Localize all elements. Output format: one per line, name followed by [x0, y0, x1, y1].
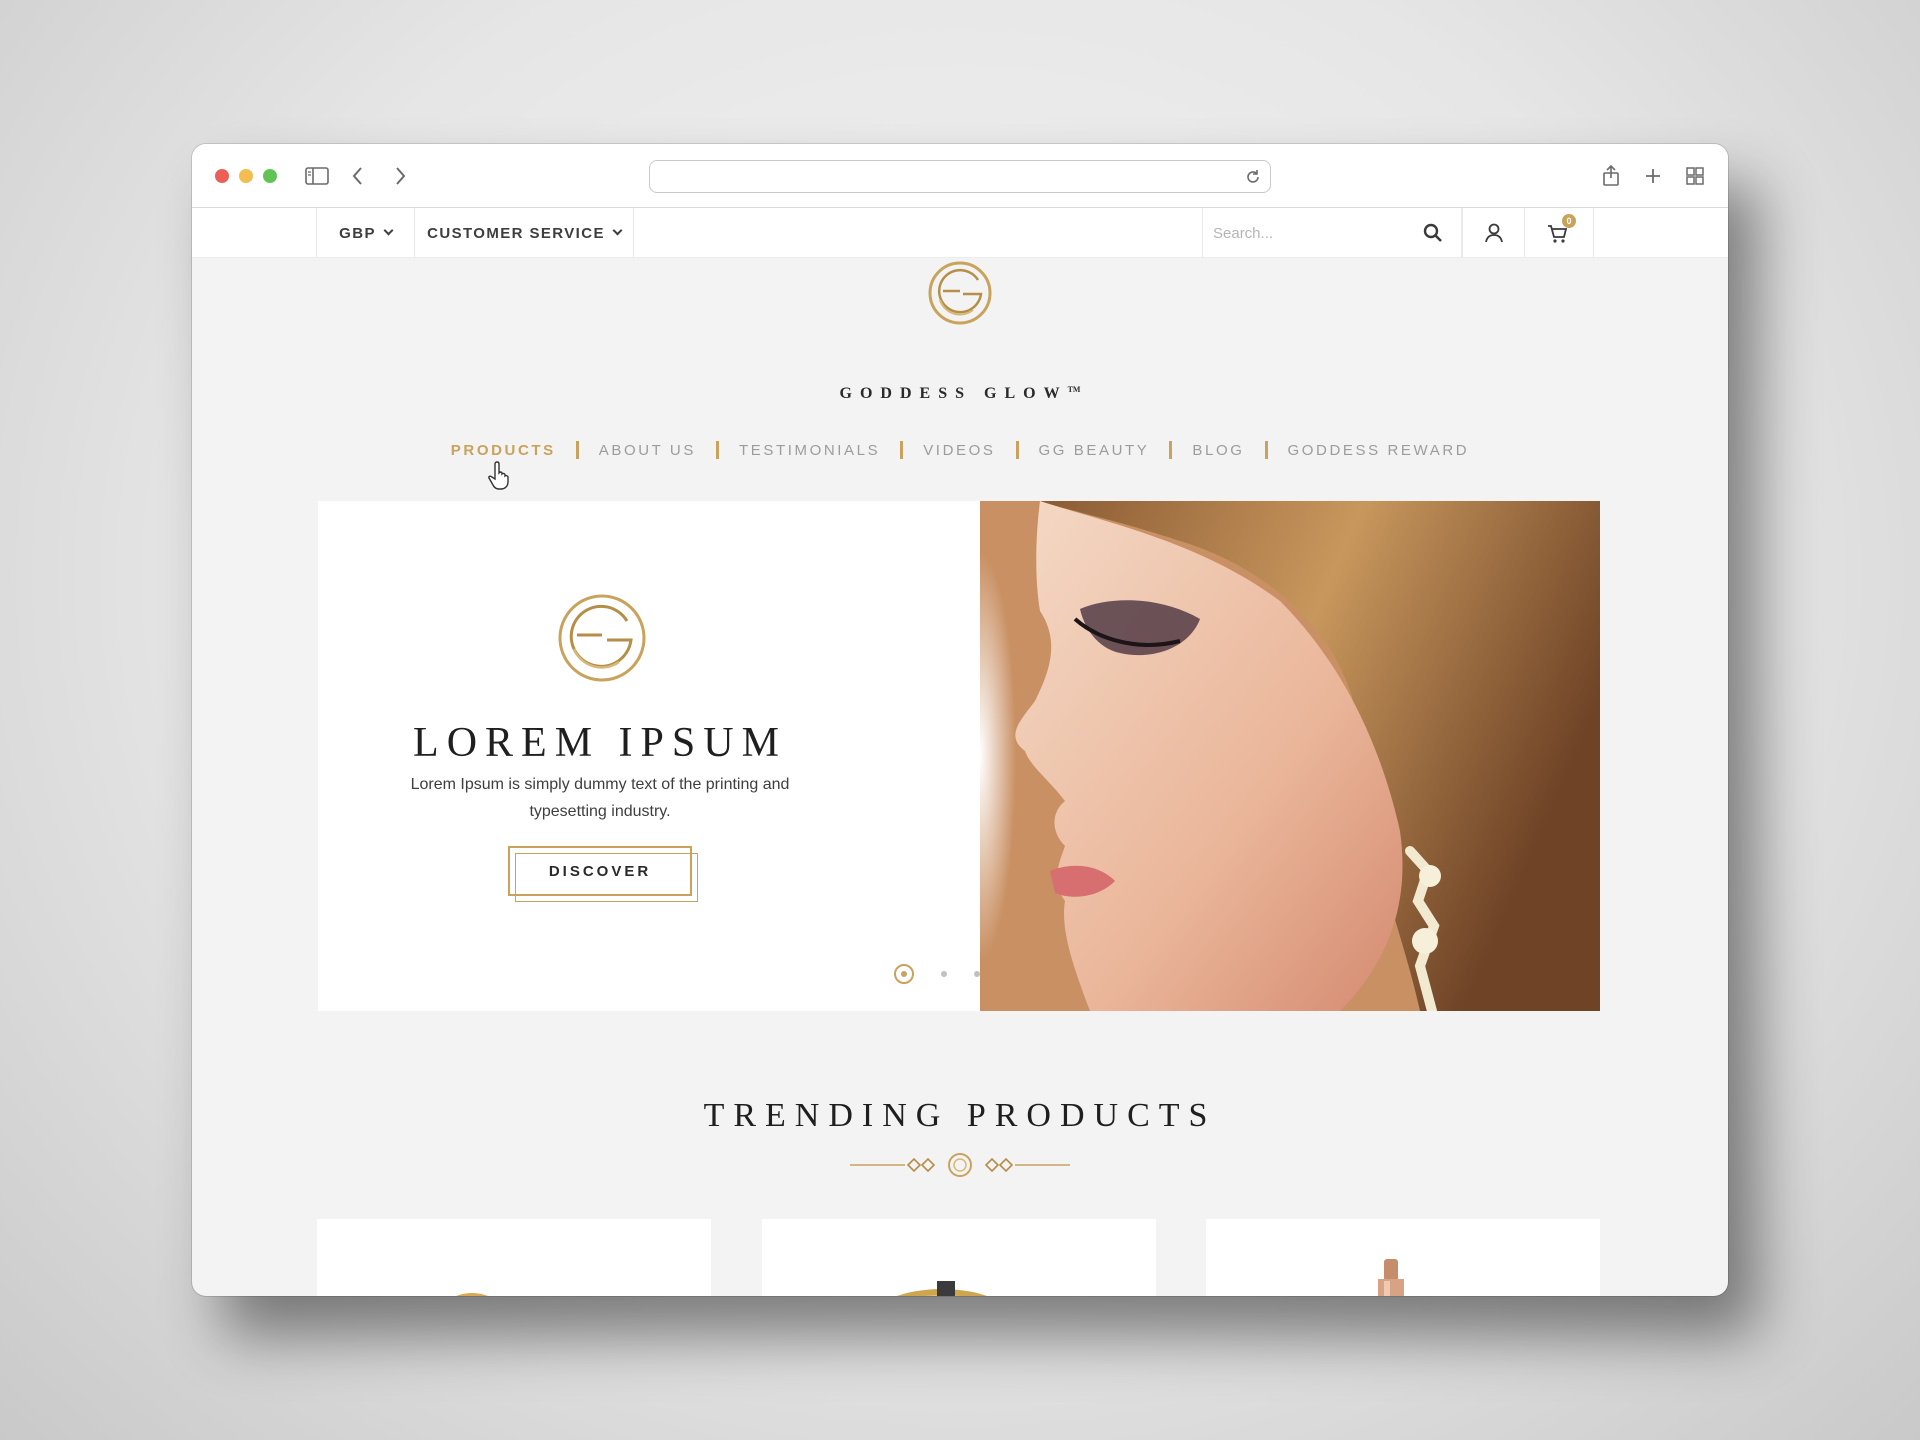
back-icon[interactable]: [344, 162, 372, 190]
new-tab-icon[interactable]: [1639, 162, 1667, 190]
nav-item-blog[interactable]: BLOG: [1172, 442, 1264, 459]
trending-title: TRENDING PRODUCTS: [703, 1097, 1217, 1134]
cart-button[interactable]: 0: [1524, 208, 1594, 258]
forward-icon[interactable]: [386, 162, 414, 190]
close-window-button[interactable]: [215, 169, 229, 183]
discover-button[interactable]: DISCOVER: [508, 846, 698, 902]
hero-description: Lorem Ipsum is simply dummy text of the …: [410, 776, 790, 820]
cart-count-badge: 0: [1562, 214, 1576, 228]
product-image: [897, 1281, 987, 1296]
chevron-down-icon: [383, 225, 394, 236]
customer-service-dropdown[interactable]: CUSTOMER SERVICE: [414, 208, 634, 258]
brand-logo[interactable]: [192, 258, 1728, 333]
address-bar[interactable]: [649, 160, 1271, 193]
slide-dot-2[interactable]: [941, 971, 947, 977]
hero-title: LOREM IPSUM: [413, 720, 787, 766]
hero-model-image: [980, 501, 1600, 1011]
slide-dot-1[interactable]: [894, 964, 914, 984]
brand-name: GODDESS GLOWTM: [192, 385, 1728, 403]
brand-logo-icon: [558, 594, 646, 682]
sidebar-icon[interactable]: [303, 162, 331, 190]
product-card[interactable]: [317, 1219, 711, 1296]
brand-name-text: GODDESS GLOW: [839, 385, 1068, 402]
product-card[interactable]: [762, 1219, 1156, 1296]
trademark-mark: TM: [1067, 385, 1081, 394]
maximize-window-button[interactable]: [263, 169, 277, 183]
main-nav: PRODUCTS ABOUT US TESTIMONIALS VIDEOS GG…: [192, 441, 1728, 459]
currency-label: GBP: [339, 224, 376, 242]
nav-item-products[interactable]: PRODUCTS: [431, 442, 576, 459]
share-icon[interactable]: [1597, 162, 1625, 190]
currency-dropdown[interactable]: GBP: [316, 208, 414, 258]
reload-icon[interactable]: [1244, 168, 1262, 186]
nav-item-about-us[interactable]: ABOUT US: [579, 442, 716, 459]
nav-item-videos[interactable]: VIDEOS: [903, 442, 1015, 459]
site-topbar: GBP CUSTOMER SERVICE 0: [192, 208, 1728, 258]
search-input[interactable]: [1213, 220, 1413, 246]
search-box: [1202, 208, 1462, 258]
browser-toolbar: [192, 144, 1728, 208]
customer-service-label: CUSTOMER SERVICE: [427, 224, 605, 242]
hero-banner: LOREM IPSUM Lorem Ipsum is simply dummy …: [318, 501, 1600, 1011]
product-image: [1378, 1259, 1404, 1296]
nav-item-testimonials[interactable]: TESTIMONIALS: [719, 442, 900, 459]
nav-item-gg-beauty[interactable]: GG BEAUTY: [1019, 442, 1170, 459]
user-icon: [1484, 223, 1503, 243]
account-button[interactable]: [1462, 208, 1524, 258]
product-image: [456, 1293, 488, 1296]
brand-logo-icon: [928, 261, 992, 325]
browser-window: GBP CUSTOMER SERVICE 0 GODDES: [192, 144, 1728, 1296]
nav-item-goddess-reward[interactable]: GODDESS REWARD: [1268, 442, 1490, 459]
product-card[interactable]: [1206, 1219, 1600, 1296]
search-icon[interactable]: [1423, 223, 1443, 243]
hand-cursor-icon: [488, 461, 509, 490]
tab-overview-icon[interactable]: [1681, 162, 1709, 190]
ornament-divider-icon: [850, 1153, 1070, 1177]
chevron-down-icon: [612, 225, 623, 236]
minimize-window-button[interactable]: [239, 169, 253, 183]
